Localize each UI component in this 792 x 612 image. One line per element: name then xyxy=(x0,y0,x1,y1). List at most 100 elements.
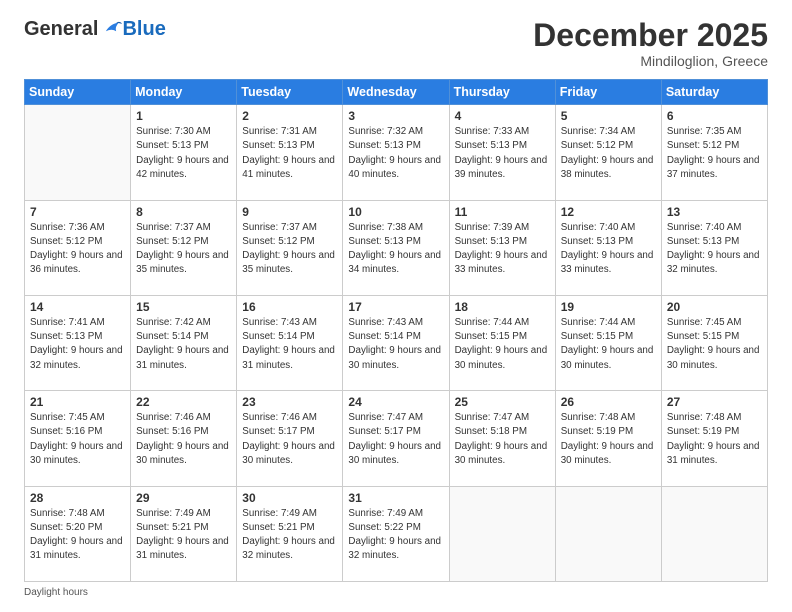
day-number: 11 xyxy=(455,205,550,219)
day-number: 12 xyxy=(561,205,656,219)
day-info: Sunrise: 7:47 AMSunset: 5:17 PMDaylight:… xyxy=(348,411,443,468)
day-number: 5 xyxy=(561,109,656,123)
col-tuesday: Tuesday xyxy=(237,80,343,105)
day-number: 23 xyxy=(242,395,337,409)
table-row: 20 Sunrise: 7:45 AMSunset: 5:15 PMDayligh… xyxy=(661,295,767,390)
table-row: 9 Sunrise: 7:37 AMSunset: 5:12 PMDaylight… xyxy=(237,200,343,295)
day-info: Sunrise: 7:46 AMSunset: 5:17 PMDaylight:… xyxy=(242,411,337,468)
day-info: Sunrise: 7:49 AMSunset: 5:22 PMDaylight:… xyxy=(348,507,443,564)
day-number: 17 xyxy=(348,300,443,314)
calendar-week-row: 14Sunrise: 7:41 AMSunset: 5:13 PMDayligh… xyxy=(25,295,768,390)
day-number: 8 xyxy=(136,205,231,219)
table-row: 19 Sunrise: 7:44 AMSunset: 5:15 PMDayligh… xyxy=(555,295,661,390)
title-block: December 2025 Mindiloglion, Greece xyxy=(533,18,768,69)
daylight-label: Daylight hours xyxy=(24,587,88,598)
day-info: Sunrise: 7:45 AMSunset: 5:16 PMDaylight:… xyxy=(30,411,125,468)
table-row: 13Sunrise: 7:40 AMSunset: 5:13 PMDayligh… xyxy=(661,200,767,295)
table-row: 7Sunrise: 7:36 AMSunset: 5:12 PMDaylight… xyxy=(25,200,131,295)
day-number: 4 xyxy=(455,109,550,123)
day-info: Sunrise: 7:40 AMSunset: 5:13 PMDaylight:… xyxy=(667,221,762,278)
calendar-table: Sunday Monday Tuesday Wednesday Thursday… xyxy=(24,79,768,582)
table-row: 14Sunrise: 7:41 AMSunset: 5:13 PMDayligh… xyxy=(25,295,131,390)
day-info: Sunrise: 7:34 AMSunset: 5:12 PMDaylight:… xyxy=(561,125,656,182)
day-number: 29 xyxy=(136,491,231,505)
location-title: Mindiloglion, Greece xyxy=(533,53,768,69)
table-row: 22 Sunrise: 7:46 AMSunset: 5:16 PMDayligh… xyxy=(131,391,237,486)
day-info: Sunrise: 7:38 AMSunset: 5:13 PMDaylight:… xyxy=(348,221,443,278)
calendar-week-row: 7Sunrise: 7:36 AMSunset: 5:12 PMDaylight… xyxy=(25,200,768,295)
day-info: Sunrise: 7:45 AMSunset: 5:15 PMDaylight:… xyxy=(667,316,762,373)
day-info: Sunrise: 7:43 AMSunset: 5:14 PMDaylight:… xyxy=(242,316,337,373)
day-number: 26 xyxy=(561,395,656,409)
col-friday: Friday xyxy=(555,80,661,105)
day-info: Sunrise: 7:32 AMSunset: 5:13 PMDaylight:… xyxy=(348,125,443,182)
footer-note: Daylight hours xyxy=(24,587,768,598)
day-number: 25 xyxy=(455,395,550,409)
day-number: 10 xyxy=(348,205,443,219)
day-info: Sunrise: 7:30 AMSunset: 5:13 PMDaylight:… xyxy=(136,125,231,182)
table-row: 8 Sunrise: 7:37 AMSunset: 5:12 PMDaylight… xyxy=(131,200,237,295)
table-row: 1 Sunrise: 7:30 AMSunset: 5:13 PMDaylight… xyxy=(131,105,237,200)
table-row xyxy=(449,486,555,581)
day-info: Sunrise: 7:33 AMSunset: 5:13 PMDaylight:… xyxy=(455,125,550,182)
day-number: 28 xyxy=(30,491,125,505)
page: General Blue December 2025 Mindiloglion,… xyxy=(0,0,792,612)
col-monday: Monday xyxy=(131,80,237,105)
day-info: Sunrise: 7:40 AMSunset: 5:13 PMDaylight:… xyxy=(561,221,656,278)
day-number: 9 xyxy=(242,205,337,219)
day-number: 16 xyxy=(242,300,337,314)
day-number: 21 xyxy=(30,395,125,409)
day-info: Sunrise: 7:47 AMSunset: 5:18 PMDaylight:… xyxy=(455,411,550,468)
col-saturday: Saturday xyxy=(661,80,767,105)
day-number: 22 xyxy=(136,395,231,409)
col-wednesday: Wednesday xyxy=(343,80,449,105)
logo-blue-text: Blue xyxy=(122,19,165,39)
day-info: Sunrise: 7:49 AMSunset: 5:21 PMDaylight:… xyxy=(242,507,337,564)
table-row: 26 Sunrise: 7:48 AMSunset: 5:19 PMDayligh… xyxy=(555,391,661,486)
day-number: 19 xyxy=(561,300,656,314)
table-row: 30Sunrise: 7:49 AMSunset: 5:21 PMDayligh… xyxy=(237,486,343,581)
table-row: 25 Sunrise: 7:47 AMSunset: 5:18 PMDayligh… xyxy=(449,391,555,486)
day-info: Sunrise: 7:37 AMSunset: 5:12 PMDaylight:… xyxy=(136,221,231,278)
calendar-header-row: Sunday Monday Tuesday Wednesday Thursday… xyxy=(25,80,768,105)
table-row: 31 Sunrise: 7:49 AMSunset: 5:22 PMDayligh… xyxy=(343,486,449,581)
table-row: 27Sunrise: 7:48 AMSunset: 5:19 PMDayligh… xyxy=(661,391,767,486)
table-row xyxy=(661,486,767,581)
day-info: Sunrise: 7:37 AMSunset: 5:12 PMDaylight:… xyxy=(242,221,337,278)
day-number: 20 xyxy=(667,300,762,314)
day-info: Sunrise: 7:48 AMSunset: 5:19 PMDaylight:… xyxy=(561,411,656,468)
day-number: 3 xyxy=(348,109,443,123)
day-info: Sunrise: 7:48 AMSunset: 5:19 PMDaylight:… xyxy=(667,411,762,468)
day-number: 2 xyxy=(242,109,337,123)
day-info: Sunrise: 7:35 AMSunset: 5:12 PMDaylight:… xyxy=(667,125,762,182)
col-sunday: Sunday xyxy=(25,80,131,105)
month-title: December 2025 xyxy=(533,18,768,53)
table-row: 10 Sunrise: 7:38 AMSunset: 5:13 PMDayligh… xyxy=(343,200,449,295)
table-row: 28 Sunrise: 7:48 AMSunset: 5:20 PMDayligh… xyxy=(25,486,131,581)
table-row xyxy=(555,486,661,581)
day-info: Sunrise: 7:46 AMSunset: 5:16 PMDaylight:… xyxy=(136,411,231,468)
day-number: 6 xyxy=(667,109,762,123)
table-row: 16 Sunrise: 7:43 AMSunset: 5:14 PMDayligh… xyxy=(237,295,343,390)
table-row: 24 Sunrise: 7:47 AMSunset: 5:17 PMDayligh… xyxy=(343,391,449,486)
day-number: 1 xyxy=(136,109,231,123)
day-info: Sunrise: 7:42 AMSunset: 5:14 PMDaylight:… xyxy=(136,316,231,373)
table-row: 21 Sunrise: 7:45 AMSunset: 5:16 PMDayligh… xyxy=(25,391,131,486)
table-row: 11Sunrise: 7:39 AMSunset: 5:13 PMDayligh… xyxy=(449,200,555,295)
table-row xyxy=(25,105,131,200)
day-info: Sunrise: 7:44 AMSunset: 5:15 PMDaylight:… xyxy=(561,316,656,373)
header: General Blue December 2025 Mindiloglion,… xyxy=(24,18,768,69)
table-row: 15Sunrise: 7:42 AMSunset: 5:14 PMDayligh… xyxy=(131,295,237,390)
day-info: Sunrise: 7:36 AMSunset: 5:12 PMDaylight:… xyxy=(30,221,125,278)
table-row: 12 Sunrise: 7:40 AMSunset: 5:13 PMDayligh… xyxy=(555,200,661,295)
day-info: Sunrise: 7:48 AMSunset: 5:20 PMDaylight:… xyxy=(30,507,125,564)
day-info: Sunrise: 7:31 AMSunset: 5:13 PMDaylight:… xyxy=(242,125,337,182)
table-row: 23 Sunrise: 7:46 AMSunset: 5:17 PMDayligh… xyxy=(237,391,343,486)
day-number: 18 xyxy=(455,300,550,314)
day-number: 31 xyxy=(348,491,443,505)
calendar-week-row: 1 Sunrise: 7:30 AMSunset: 5:13 PMDaylight… xyxy=(25,105,768,200)
day-info: Sunrise: 7:43 AMSunset: 5:14 PMDaylight:… xyxy=(348,316,443,373)
day-number: 24 xyxy=(348,395,443,409)
logo-bird-icon xyxy=(100,18,122,40)
logo: General Blue xyxy=(24,18,166,40)
